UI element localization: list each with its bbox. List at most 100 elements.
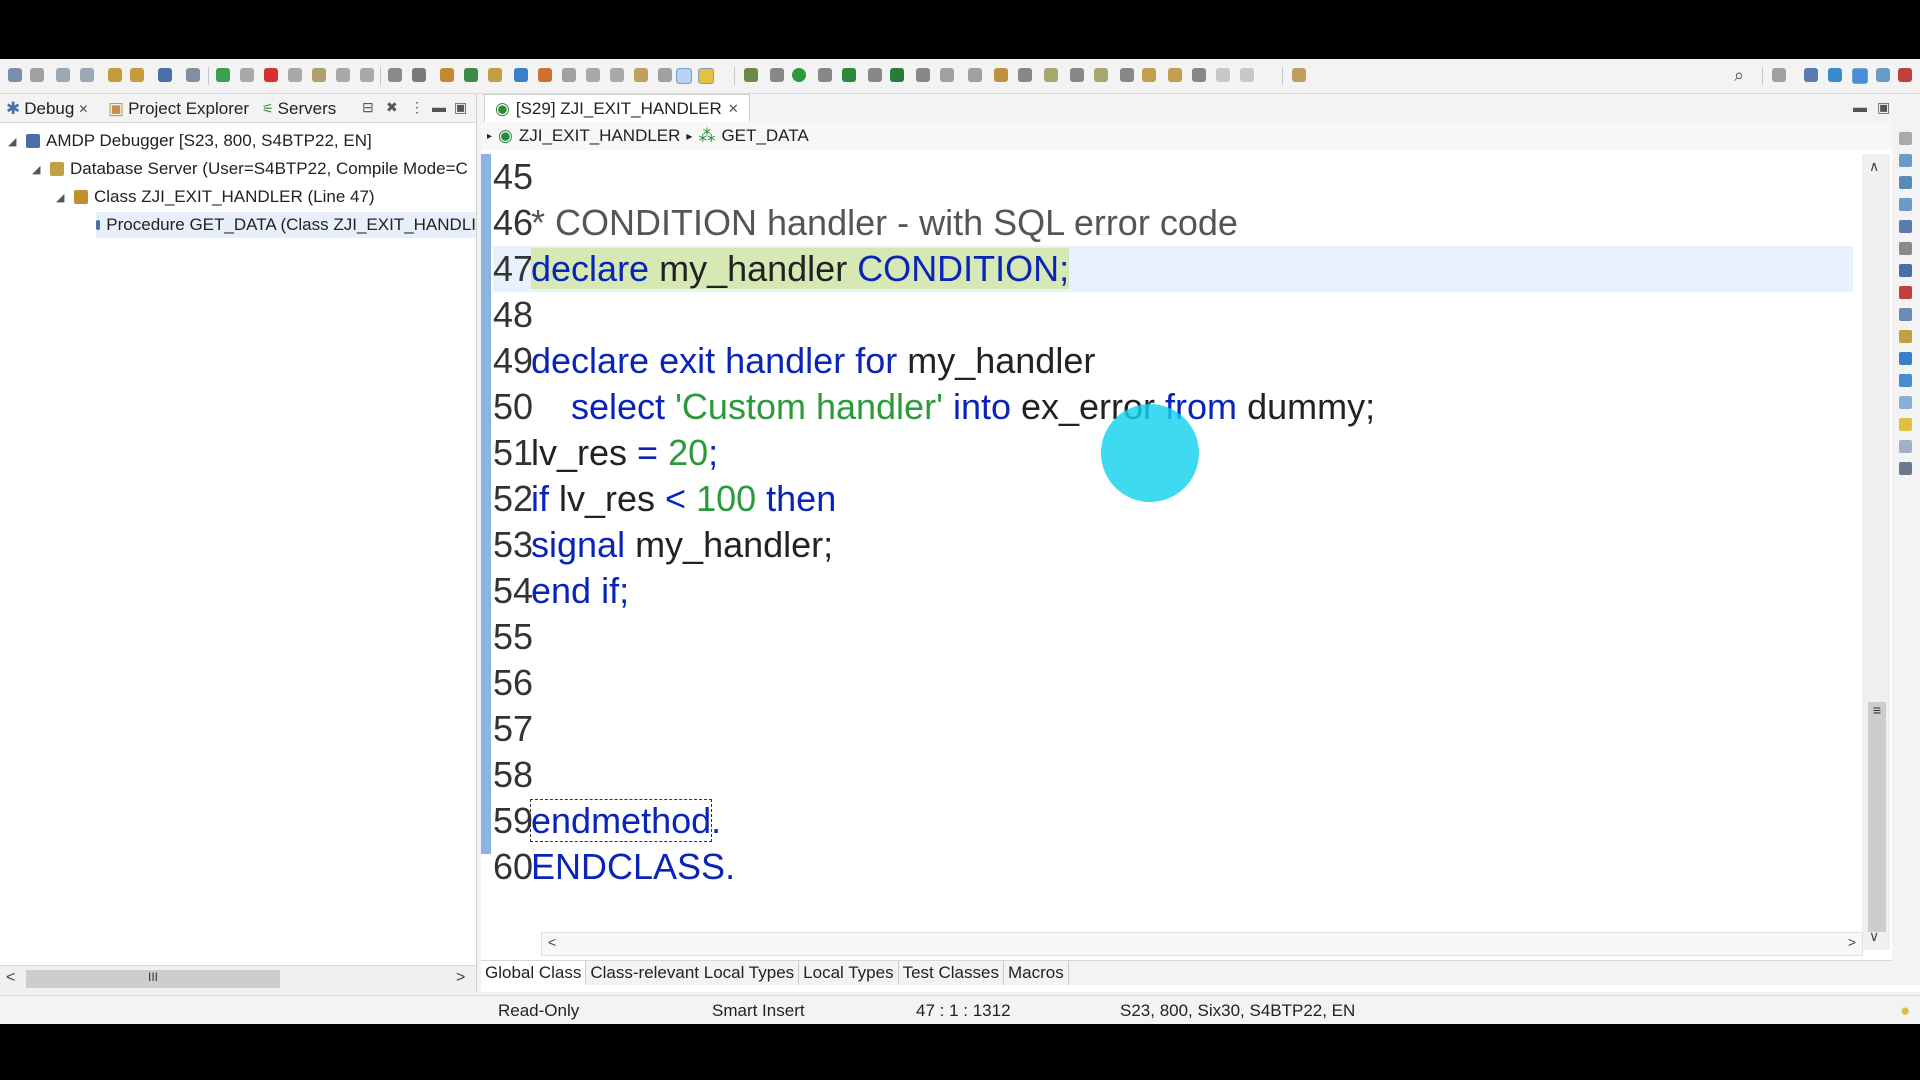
next-dropdown-icon[interactable] [1070,68,1084,82]
close-icon[interactable]: ✕ [78,102,88,116]
problems-icon[interactable] [1899,154,1912,167]
dropdown-icon[interactable] [30,68,44,82]
tab-zji-exit-handler[interactable]: ◉ [S29] ZJI_EXIT_HANDLER ✕ [484,94,750,123]
new-icon[interactable] [8,68,22,82]
scroll-left-icon[interactable]: < [6,969,15,987]
breadcrumb-class[interactable]: ZJI_EXIT_HANDLER [519,126,681,146]
tab-global-class[interactable]: Global Class [481,961,587,985]
prev-dropdown-icon[interactable] [1120,68,1134,82]
open-perspective-icon[interactable] [1772,68,1786,82]
scroll-right-icon[interactable]: > [1848,934,1856,950]
tree-item-amdp-debugger[interactable]: ◢ AMDP Debugger [S23, 800, S4BTP22, EN] [8,128,372,154]
step-over-icon[interactable] [336,68,350,82]
editor-vertical-scrollbar[interactable]: ∧ ≡ ∨ [1862,154,1890,950]
transport-organizer-icon[interactable] [1899,352,1912,365]
tree-item-procedure[interactable]: Procedure GET_DATA (Class ZJI_EXIT_HANDL… [96,212,476,238]
plugin-perspective-icon[interactable] [1898,68,1912,82]
expand-icon[interactable]: ◢ [32,163,44,176]
variables-icon[interactable] [1899,264,1912,277]
suspend-icon[interactable] [240,68,254,82]
view-menu-icon[interactable]: ⋮ [410,99,424,116]
save-icon[interactable] [56,68,70,82]
forward-dropdown-icon[interactable] [1240,68,1254,82]
feed-reader-icon[interactable] [1899,374,1912,387]
templates-icon[interactable] [1899,396,1912,409]
redo-icon[interactable] [130,68,144,82]
annotation-icon[interactable] [676,68,692,84]
link-icon[interactable] [586,68,600,82]
progress-icon[interactable] [1899,462,1912,475]
run-dropdown-icon[interactable] [818,68,832,82]
marker-dropdown-icon[interactable] [1018,68,1032,82]
scroll-up-icon[interactable]: ∧ [1869,158,1879,175]
tab-test-classes[interactable]: Test Classes [899,961,1004,985]
external-dropdown-icon[interactable] [916,68,930,82]
debug-icon[interactable] [158,68,172,82]
tab-servers[interactable]: ⚟ Servers [262,99,336,119]
scroll-left-icon[interactable]: < [548,934,556,950]
history-icon[interactable] [1899,242,1912,255]
hierarchy-icon[interactable] [658,68,672,82]
tree-icon[interactable] [562,68,576,82]
team-perspective-icon[interactable] [1876,68,1890,82]
disconnect-icon[interactable] [288,68,302,82]
coverage-dropdown-icon[interactable] [868,68,882,82]
coverage-icon[interactable] [842,68,856,82]
expand-icon[interactable]: ◢ [8,135,20,148]
scroll-thumb[interactable]: ≡ [1868,702,1886,932]
folder-icon[interactable] [488,68,502,82]
prev-annotation-icon[interactable] [1094,68,1108,82]
tree-item-database-server[interactable]: ◢ Database Server (User=S4BTP22, Compile… [32,156,468,182]
print-icon[interactable] [610,68,624,82]
java-perspective-icon[interactable] [1828,68,1842,82]
debug-launch-icon[interactable] [744,68,758,82]
transport-icon[interactable] [464,68,478,82]
run-icon[interactable] [792,68,806,82]
properties-icon[interactable] [1899,176,1912,189]
outline-icon[interactable] [1899,132,1912,145]
code-text-area[interactable]: 45 46* CONDITION handler - with SQL erro… [481,154,1861,950]
back-dropdown-icon[interactable] [1192,68,1206,82]
open-editor-icon[interactable] [1292,68,1306,82]
collapse-all-icon[interactable]: ⊟ [362,99,374,116]
search-view-icon[interactable] [1899,440,1912,453]
open-icon[interactable] [634,68,648,82]
undo-icon[interactable] [108,68,122,82]
debug-perspective-icon[interactable] [1852,68,1868,84]
tips-icon[interactable] [1899,418,1912,431]
expressions-icon[interactable] [1899,308,1912,321]
highlight-icon[interactable] [698,68,714,84]
editor-horizontal-scrollbar[interactable]: < > [541,932,1863,956]
console-icon[interactable] [1899,198,1912,211]
last-edit-icon[interactable] [1142,68,1156,82]
maximize-icon[interactable]: ▣ [454,99,467,116]
scroll-down-icon[interactable]: ∨ [1869,928,1879,945]
pin-icon[interactable] [538,68,552,82]
back-icon[interactable] [1168,68,1182,82]
save-all-icon[interactable] [80,68,94,82]
debug-dropdown-icon[interactable] [770,68,784,82]
step-return-icon[interactable] [360,68,374,82]
tab-macros[interactable]: Macros [1004,961,1069,985]
globe-icon[interactable] [514,68,528,82]
sync-icon[interactable] [968,68,982,82]
skip-icon[interactable] [186,68,200,82]
bookmarks-icon[interactable] [1899,330,1912,343]
stop-icon[interactable] [264,68,278,82]
breadcrumb-method[interactable]: GET_DATA [721,126,808,146]
tree-horizontal-scrollbar[interactable]: < III > [0,965,476,992]
package-icon[interactable] [440,68,454,82]
search-icon[interactable]: ⌕ [1734,65,1744,86]
tasks-icon[interactable] [1899,220,1912,233]
resume-icon[interactable] [216,68,230,82]
tree-item-class[interactable]: ◢ Class ZJI_EXIT_HANDLER (Line 47) [56,184,375,210]
tips-icon[interactable]: ● [1900,1001,1910,1021]
abap-perspective-icon[interactable] [1804,68,1818,82]
toggle-icon[interactable] [388,68,402,82]
forward-icon[interactable] [1216,68,1230,82]
minimize-icon[interactable]: ▬ [1853,99,1867,115]
next-annotation-icon[interactable] [1044,68,1058,82]
close-icon[interactable]: ✕ [728,101,739,117]
marker-icon[interactable] [994,68,1008,82]
scroll-thumb[interactable]: III [26,970,280,988]
